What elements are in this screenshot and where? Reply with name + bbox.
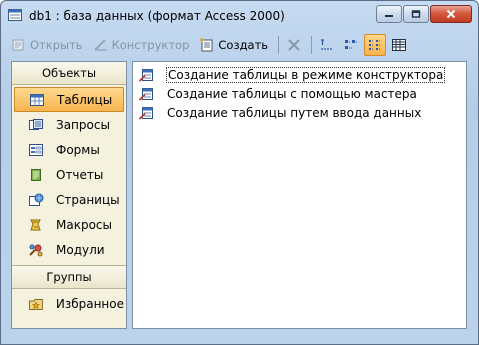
database-icon	[8, 8, 22, 22]
open-button[interactable]: Открыть	[7, 34, 87, 56]
create-button[interactable]: Создать	[195, 34, 272, 56]
design-icon	[93, 39, 107, 51]
toolbar-divider	[278, 36, 280, 54]
large-icons-view-icon	[321, 39, 334, 50]
nav-item-forms[interactable]: Формы	[14, 137, 124, 162]
nav-item-macros[interactable]: Макросы	[14, 212, 124, 237]
nav-item-pages[interactable]: Страницы	[14, 187, 124, 212]
delete-icon	[288, 39, 300, 51]
title-bar[interactable]: db1 : база данных (формат Access 2000)	[1, 1, 478, 31]
details-view-button[interactable]	[388, 34, 410, 56]
nav-item-label: Избранное	[55, 296, 124, 311]
objects-group-header[interactable]: Объекты	[12, 62, 126, 85]
nav-item-label: Запросы	[56, 117, 110, 132]
shortcut-label: Создание таблицы путем ввода данных	[167, 106, 422, 120]
nav-item-label: Формы	[56, 142, 100, 157]
design-button[interactable]: Конструктор	[89, 34, 194, 56]
macro-icon	[30, 219, 41, 230]
nav-item-queries[interactable]: Запросы	[14, 112, 124, 137]
delete-button[interactable]	[283, 34, 305, 56]
nav-item-favorites[interactable]: Избранное	[14, 291, 124, 316]
create-table-wizard-icon	[139, 88, 153, 101]
small-icons-view-icon	[345, 40, 359, 49]
close-icon	[446, 9, 456, 19]
groups-group-header[interactable]: Группы	[12, 265, 126, 289]
shortcut-label: Создание таблицы в режиме конструктора	[165, 67, 446, 83]
nav-item-label: Макросы	[56, 217, 112, 232]
open-icon	[12, 39, 24, 51]
list-view-button[interactable]	[364, 34, 387, 56]
page-icon	[29, 193, 44, 206]
minimize-button[interactable]	[376, 5, 402, 23]
create-table-data-entry-icon	[139, 107, 153, 120]
nav-item-tables[interactable]: Таблицы	[14, 87, 124, 112]
form-icon	[29, 143, 43, 156]
table-icon	[30, 93, 44, 106]
nav-item-label: Модули	[56, 242, 105, 257]
shortcut-label: Создание таблицы с помощью мастера	[167, 87, 417, 101]
window-title: db1 : база данных (формат Access 2000)	[29, 9, 285, 23]
nav-item-label: Страницы	[56, 192, 120, 207]
restore-button[interactable]	[403, 5, 429, 23]
create-table-design-icon	[139, 69, 153, 82]
shortcut-create-table-wizard[interactable]: Создание таблицы с помощью мастера	[139, 85, 417, 103]
object-list: Создание таблицы в режиме конструктора С…	[132, 61, 467, 329]
close-button[interactable]	[430, 5, 472, 23]
nav-item-modules[interactable]: Модули	[14, 237, 124, 262]
report-icon	[31, 168, 41, 181]
create-label: Создать	[218, 38, 269, 52]
module-icon	[29, 244, 43, 256]
create-icon	[200, 38, 213, 52]
details-view-icon	[392, 39, 407, 51]
shortcut-create-table-design[interactable]: Создание таблицы в режиме конструктора	[139, 66, 446, 84]
query-icon	[29, 118, 43, 130]
database-window: db1 : база данных (формат Access 2000) О…	[0, 0, 479, 345]
minimize-icon	[385, 15, 393, 17]
nav-item-label: Таблицы	[57, 92, 113, 107]
nav-item-label: Отчеты	[56, 167, 104, 182]
large-icons-button[interactable]	[316, 34, 338, 56]
list-view-icon	[369, 40, 382, 50]
shortcut-create-table-data-entry[interactable]: Создание таблицы путем ввода данных	[139, 104, 421, 122]
nav-item-reports[interactable]: Отчеты	[14, 162, 124, 187]
restore-icon	[411, 10, 421, 18]
small-icons-button[interactable]	[340, 34, 362, 56]
objects-bar: Объекты Таблицы Запросы Формы Отчеты Стр…	[11, 61, 127, 329]
toolbar-divider	[311, 36, 313, 54]
design-label: Конструктор	[111, 38, 190, 52]
open-label: Открыть	[30, 38, 83, 52]
toolbar: Открыть Конструктор Создать	[7, 33, 472, 57]
favorites-icon	[28, 298, 43, 310]
